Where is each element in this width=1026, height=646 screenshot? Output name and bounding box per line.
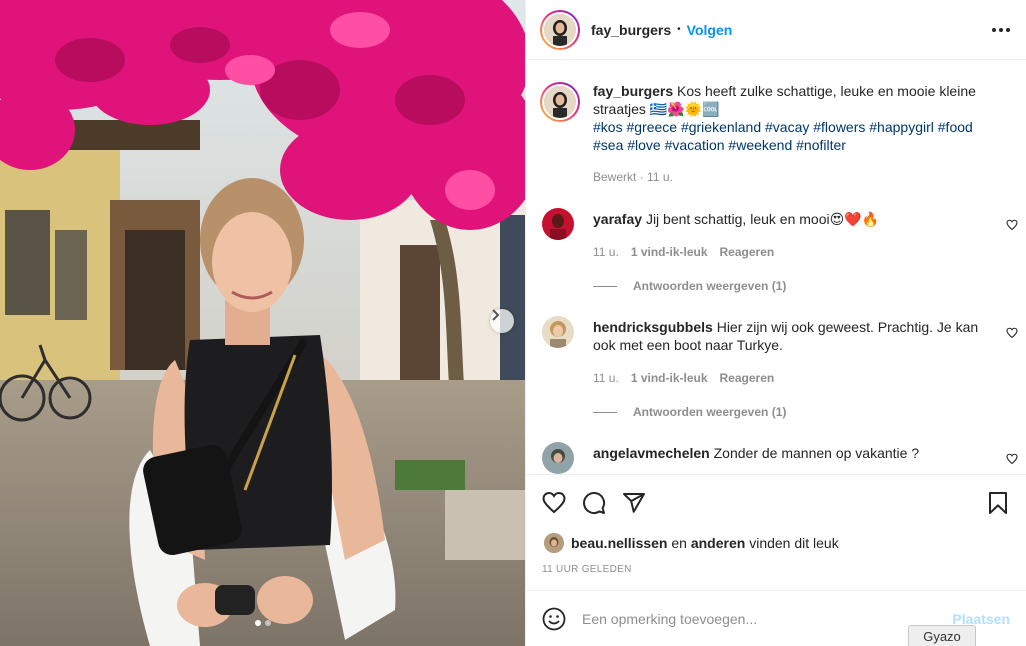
liker-username[interactable]: beau.nellissen bbox=[571, 535, 667, 551]
liker-avatar[interactable] bbox=[544, 533, 564, 553]
chevron-right-icon bbox=[492, 309, 500, 321]
photo-illustration bbox=[0, 0, 525, 646]
like-comment-heart-icon[interactable] bbox=[1006, 219, 1018, 231]
comment-username[interactable]: yarafay bbox=[593, 211, 642, 227]
caption-avatar[interactable] bbox=[540, 82, 580, 122]
liked-by-connector: en bbox=[671, 535, 687, 551]
avatar-image bbox=[544, 533, 564, 553]
like-heart-icon[interactable] bbox=[542, 491, 566, 515]
avatar-image bbox=[542, 316, 574, 348]
post-actions: beau.nellissen en anderen vinden dit leu… bbox=[526, 474, 1026, 590]
comment-username[interactable]: angelavmechelen bbox=[593, 445, 710, 461]
comment-username[interactable]: hendricksgubbels bbox=[593, 319, 713, 335]
post-header: fay_burgers • Volgen bbox=[526, 0, 1026, 60]
comment-item: angelavmechelen Zonder de mannen op vaka… bbox=[542, 442, 1018, 474]
emoji-smiley-icon[interactable] bbox=[542, 607, 566, 631]
reply-button[interactable]: Reageren bbox=[720, 371, 775, 385]
comment-meta: 11 u. 1 vind-ik-leuk Reageren bbox=[593, 245, 774, 259]
post-photo[interactable] bbox=[0, 0, 525, 646]
comment-input[interactable]: Een opmerking toevoegen... bbox=[582, 611, 952, 627]
comment-meta: 11 u. 1 vind-ik-leuk Reageren bbox=[593, 371, 774, 385]
caption-hashtags[interactable]: #kos #greece #griekenland #vacay #flower… bbox=[593, 118, 1003, 154]
comment-body: hendricksgubbels Hier zijn wij ook gewee… bbox=[593, 318, 993, 354]
caption-username[interactable]: fay_burgers bbox=[593, 83, 673, 99]
carousel-dot bbox=[264, 620, 271, 626]
reply-button[interactable]: Reageren bbox=[720, 245, 775, 259]
view-replies-button[interactable]: Antwoorden weergeven (1) bbox=[593, 279, 786, 293]
liked-by-others[interactable]: anderen bbox=[691, 535, 745, 551]
commenter-avatar[interactable] bbox=[542, 316, 574, 348]
avatar-image bbox=[542, 208, 574, 240]
avatar-image bbox=[544, 86, 576, 118]
comment-likes[interactable]: 1 vind-ik-leuk bbox=[631, 371, 708, 385]
header-separator: • bbox=[677, 24, 681, 35]
gyazo-button[interactable]: Gyazo bbox=[908, 625, 976, 646]
comment-likes[interactable]: 1 vind-ik-leuk bbox=[631, 245, 708, 259]
comment-text: Zonder de mannen op vakantie ? bbox=[713, 445, 920, 461]
save-bookmark-icon[interactable] bbox=[986, 491, 1010, 515]
post-caption: fay_burgers Kos heeft zulke schattige, l… bbox=[526, 60, 1026, 186]
author-username[interactable]: fay_burgers bbox=[591, 22, 671, 38]
commenter-avatar[interactable] bbox=[542, 208, 574, 240]
avatar-image bbox=[542, 442, 574, 474]
like-comment-heart-icon[interactable] bbox=[1006, 453, 1018, 465]
comment-bubble-icon[interactable] bbox=[582, 491, 606, 515]
comments-section[interactable]: fay_burgers Kos heeft zulke schattige, l… bbox=[526, 60, 1026, 474]
liked-by-suffix: vinden dit leuk bbox=[749, 535, 839, 551]
caption-time: 11 u. bbox=[647, 170, 673, 184]
commenter-avatar[interactable] bbox=[542, 442, 574, 474]
next-slide-button[interactable] bbox=[490, 309, 514, 333]
share-paper-plane-icon[interactable] bbox=[622, 491, 646, 515]
author-avatar[interactable] bbox=[540, 9, 580, 50]
more-options-icon[interactable] bbox=[992, 22, 1010, 38]
caption-meta: Bewerkt · 11 u. bbox=[593, 170, 673, 184]
like-comment-heart-icon[interactable] bbox=[1006, 327, 1018, 339]
view-replies-button[interactable]: Antwoorden weergeven (1) bbox=[593, 405, 786, 419]
comment-body: yarafay Jij bent schattig, leuk en mooi😍… bbox=[593, 210, 993, 228]
follow-button[interactable]: Volgen bbox=[687, 22, 733, 38]
carousel-dots bbox=[0, 620, 525, 626]
comment-item: yarafay Jij bent schattig, leuk en mooi😍… bbox=[542, 208, 1018, 298]
comment-text: Jij bent schattig, leuk en mooi😍❤️🔥 bbox=[645, 211, 880, 227]
carousel-dot-active bbox=[254, 620, 261, 626]
comment-time: 11 u. bbox=[593, 371, 619, 385]
comment-item: hendricksgubbels Hier zijn wij ook gewee… bbox=[542, 316, 1018, 419]
edited-label: Bewerkt bbox=[593, 170, 637, 184]
liked-by: beau.nellissen en anderen vinden dit leu… bbox=[544, 533, 839, 553]
avatar-image bbox=[544, 13, 576, 46]
post-panel: fay_burgers • Volgen fay_burgers Kos hee… bbox=[525, 0, 1026, 646]
comment-body: angelavmechelen Zonder de mannen op vaka… bbox=[593, 444, 993, 462]
post-timestamp[interactable]: 11 UUR GELEDEN bbox=[542, 564, 632, 575]
comment-time: 11 u. bbox=[593, 245, 619, 259]
